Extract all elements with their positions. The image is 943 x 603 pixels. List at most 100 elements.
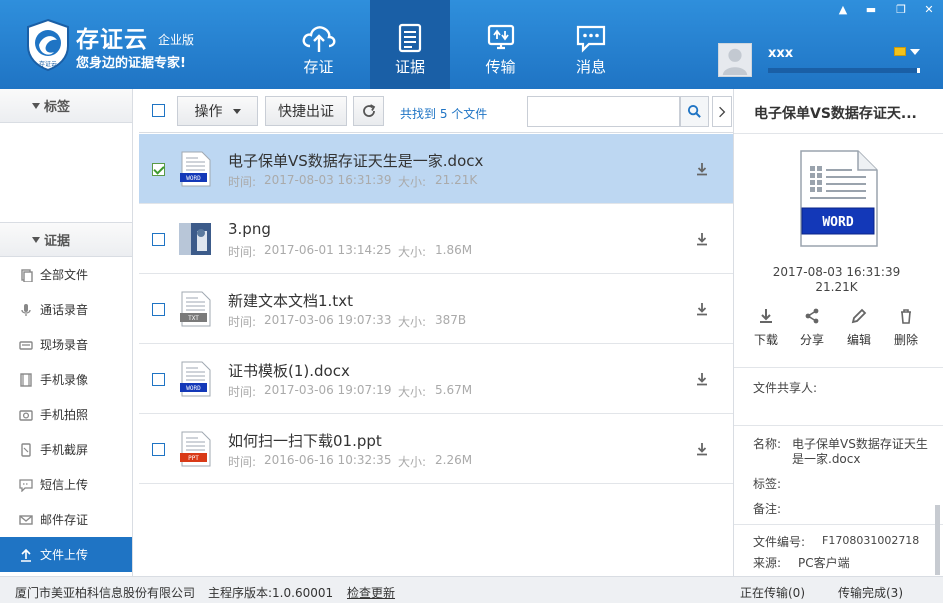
file-row[interactable]: TXT 新建文本文档1.txt 时间: 2017-03-06 19:07:33 大小: 3… [139,274,733,344]
evidence-header[interactable]: 证据 [0,223,132,257]
download-icon[interactable] [695,232,709,246]
refresh-button[interactable] [353,96,384,126]
file-checkbox[interactable] [152,443,165,456]
nav-item-xiaoxi[interactable]: 消息 [551,0,631,89]
file-row[interactable]: 3.png 时间: 2017-06-01 13:14:25 大小: 1.86M [139,204,733,274]
minimize-button[interactable]: ▬ [860,2,882,18]
collapse-detail-button[interactable] [712,96,732,127]
sidebar-item-label: 通话录音 [40,303,89,317]
screenshot-icon [21,442,31,457]
download-icon[interactable] [695,302,709,316]
refresh-icon [362,104,375,117]
nav-item-chuanshu[interactable]: 传输 [450,0,551,89]
sidebar-item-label: 手机录像 [40,373,89,387]
file-size: 21.21K [435,173,478,187]
file-row[interactable]: PPT 如何扫一扫下载01.ppt 时间: 2016-06-16 10:32:35 大小… [139,414,733,484]
transfer-done-status[interactable]: 传输完成(3) [838,584,903,601]
cloud-upload-icon [302,26,335,52]
edit-label: 编辑 [846,333,871,347]
nav-item-cunzheng[interactable]: 存证 [267,0,370,89]
txt-file-icon: TXT [180,291,211,327]
file-size: 1.86M [435,243,473,257]
language-flag-icon[interactable] [894,47,906,56]
storage-progress-fill [768,68,917,73]
source-value: PC客户端 [798,556,850,570]
divider [734,367,943,368]
document-icon [398,23,422,53]
close-button[interactable]: ✕ [918,2,940,18]
download-button[interactable]: 下载 [746,307,786,348]
microphone-icon [21,303,31,316]
sidebar-item-0[interactable]: 全部文件 [0,257,132,292]
sidebar: 标签 证据 全部文件通话录音现场录音手机录像手机拍照手机截屏短信上传邮件存证文件… [0,89,133,576]
message-icon [576,25,606,53]
file-row[interactable]: WORD 证书模板(1).docx 时间: 2017-03-06 19:07:19 大小… [139,344,733,414]
sidebar-item-label: 邮件存证 [40,513,89,527]
share-button[interactable]: 分享 [792,307,832,348]
detail-pane: 电子保单VS数据存证天... WORD 2017-08-03 16:31:39 … [733,89,943,576]
sidebar-item-3[interactable]: 手机录像 [0,362,132,397]
download-icon[interactable] [695,162,709,176]
check-update-link[interactable]: 检查更新 [347,584,395,601]
sidebar-item-label: 手机截屏 [40,443,89,457]
sidebar-item-6[interactable]: 短信上传 [0,467,132,502]
divider [734,133,943,134]
brand-slogan: 您身边的证据专家! [76,56,186,71]
detail-scrollbar[interactable] [935,505,940,575]
file-time-label: 时间: [228,315,257,329]
edit-icon [851,308,867,324]
action-label: 操作 [194,104,223,120]
file-name: 3.png [228,220,271,238]
file-size-label: 大小: [398,385,427,399]
tag-label: 标签: [753,477,782,491]
file-time-label: 时间: [228,175,257,189]
avatar[interactable] [718,43,752,77]
brand-edition: 企业版 [158,33,195,47]
evidence-list: 全部文件通话录音现场录音手机录像手机拍照手机截屏短信上传邮件存证文件上传 [0,257,132,572]
tag-list [0,123,132,223]
delete-button[interactable]: 删除 [886,307,926,348]
nav-label: 传输 [485,58,516,76]
restore-button[interactable]: ❐ [890,2,912,18]
delete-label: 删除 [893,333,918,347]
file-row[interactable]: WORD 电子保单VS数据存证天生是一家.docx 时间: 2017-08-03 16… [139,134,733,204]
sidebar-item-7[interactable]: 邮件存证 [0,502,132,537]
download-icon[interactable] [695,442,709,456]
file-checkbox[interactable] [152,373,165,386]
tags-header[interactable]: 标签 [0,89,132,123]
nav-label: 消息 [575,58,606,76]
action-dropdown-button[interactable]: 操作 [177,96,258,126]
film-icon [20,372,32,387]
menu-button[interactable]: ▲ [832,2,854,18]
uploading-status[interactable]: 正在传输(0) [740,584,805,601]
sidebar-item-8[interactable]: 文件上传 [0,537,132,572]
nav-item-zhengju[interactable]: 证据 [370,0,450,89]
select-all-checkbox[interactable] [152,104,165,117]
search-input[interactable] [527,96,680,127]
ppt-file-icon: PPT [180,431,211,467]
file-checkbox[interactable] [152,303,165,316]
file-size-label: 大小: [398,455,427,469]
sidebar-item-5[interactable]: 手机截屏 [0,432,132,467]
quick-certify-button[interactable]: 快捷出证 [265,96,347,126]
sidebar-item-label: 短信上传 [40,478,89,492]
share-icon [805,308,819,324]
file-checkbox[interactable] [152,233,165,246]
detail-size: 21.21K [815,280,858,294]
logo-shield-icon: 存证云 [27,18,69,72]
name-label: 名称: [753,437,782,451]
edit-button[interactable]: 编辑 [839,307,879,348]
file-time: 2017-03-06 19:07:33 [264,313,392,327]
sidebar-item-label: 现场录音 [40,338,89,352]
file-checkbox[interactable] [152,163,165,176]
search-button[interactable] [680,96,709,127]
divider [734,425,943,426]
sidebar-item-2[interactable]: 现场录音 [0,327,132,362]
version-text: 主程序版本:1.0.60001 [208,586,334,600]
chevron-down-icon[interactable] [910,49,920,55]
download-icon[interactable] [695,372,709,386]
sidebar-item-1[interactable]: 通话录音 [0,292,132,327]
name-value-line2: 是一家.docx [792,452,861,466]
svg-text:TXT: TXT [188,315,199,322]
sidebar-item-4[interactable]: 手机拍照 [0,397,132,432]
